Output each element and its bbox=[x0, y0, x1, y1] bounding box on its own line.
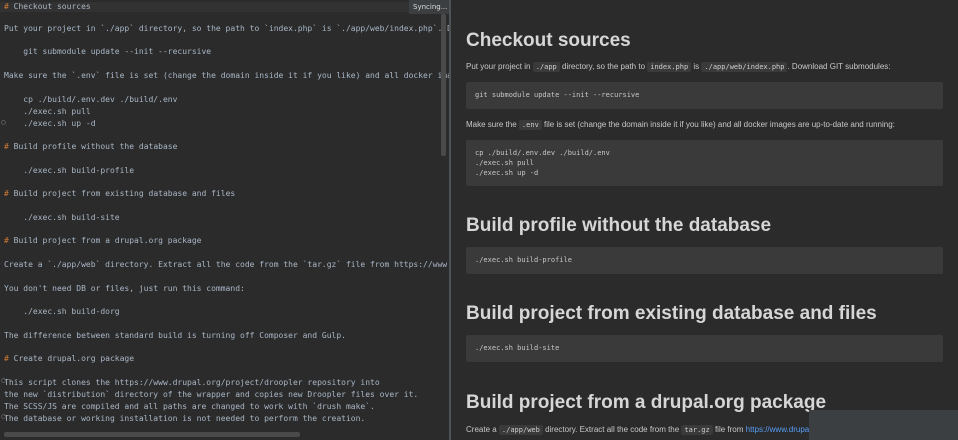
editor-line-15[interactable]: ./exec.sh build-dorg bbox=[4, 307, 119, 317]
code-block-docker: cp ./build/.env.dev ./build/.env ./exec.… bbox=[466, 140, 943, 186]
editor-line-8[interactable]: # Build profile without the database bbox=[4, 142, 177, 152]
fold-marker-icon[interactable] bbox=[1, 378, 6, 383]
heading-build-existing: Build project from existing database and… bbox=[466, 303, 877, 324]
editor-line-21[interactable]: The database or working installation is … bbox=[4, 414, 365, 424]
fold-marker-icon[interactable] bbox=[1, 120, 6, 125]
editor-line-6[interactable]: ./exec.sh pull bbox=[4, 107, 90, 117]
fold-marker-icon[interactable] bbox=[1, 414, 6, 419]
editor-line-19[interactable]: the new `distribution` directory of the … bbox=[4, 390, 418, 400]
inline-code: index.php bbox=[647, 62, 692, 72]
editor-line-5[interactable]: cp ./build/.env.dev ./build/.env bbox=[4, 95, 177, 105]
editor-line-7[interactable]: ./exec.sh up -d bbox=[4, 119, 95, 129]
editor-line-11[interactable]: ./exec.sh build-site bbox=[4, 213, 119, 223]
code-block-build-site: ./exec.sh build-site bbox=[466, 335, 943, 362]
vertical-scrollbar[interactable] bbox=[441, 14, 446, 156]
syncing-indicator: Syncing... bbox=[409, 0, 449, 14]
markdown-preview-pane: Checkout sources Put your project in ./a… bbox=[451, 0, 958, 440]
editor-line-16[interactable]: The difference between standard build is… bbox=[4, 331, 346, 341]
heading-build-profile: Build profile without the database bbox=[466, 215, 772, 236]
horizontal-scrollbar[interactable] bbox=[4, 432, 300, 437]
inline-code: ./app bbox=[532, 62, 560, 72]
code-block-submodule: git submodule update --init --recursive bbox=[466, 82, 943, 109]
paragraph-create-app-web: Create a ./app/web directory. Extract al… bbox=[466, 425, 825, 435]
paragraph-project-path: Put your project in ./app directory, so … bbox=[466, 62, 891, 72]
editor-line-3[interactable]: git submodule update --init --recursive bbox=[4, 47, 211, 57]
editor-line-18[interactable]: This script clones the https://www.drupa… bbox=[4, 378, 380, 388]
heading-checkout-sources: Checkout sources bbox=[466, 30, 631, 51]
inline-code: ./app/web bbox=[498, 425, 543, 435]
inline-code: ./app/web/index.php bbox=[701, 62, 788, 72]
inline-code: tar.gz bbox=[681, 425, 713, 435]
code-block-build-profile: ./exec.sh build-profile bbox=[466, 247, 943, 274]
editor-line-1[interactable]: # Checkout sources bbox=[0, 2, 444, 12]
heading-build-dorg: Build project from a drupal.org package bbox=[466, 392, 827, 413]
notification-overlay bbox=[809, 410, 958, 440]
editor-line-20[interactable]: The SCSS/JS are compiled and all paths a… bbox=[4, 402, 375, 412]
editor-line-10[interactable]: # Build project from existing database a… bbox=[4, 189, 235, 199]
editor-line-4[interactable]: Make sure the `.env` file is set (change… bbox=[4, 71, 449, 81]
editor-line-13[interactable]: Create a `./app/web` directory. Extract … bbox=[4, 260, 449, 270]
markdown-editor-window: # Checkout sources Put your project in `… bbox=[0, 0, 958, 440]
paragraph-env-file: Make sure the .env file is set (change t… bbox=[466, 120, 895, 130]
inline-code: .env bbox=[518, 120, 542, 130]
markdown-source-editor[interactable]: # Checkout sources Put your project in `… bbox=[0, 0, 449, 440]
editor-line-14[interactable]: You don't need DB or files, just run thi… bbox=[4, 284, 245, 294]
editor-line-17[interactable]: # Create drupal.org package bbox=[4, 354, 134, 364]
editor-line-9[interactable]: ./exec.sh build-profile bbox=[4, 166, 134, 176]
editor-line-2[interactable]: Put your project in `./app` directory, s… bbox=[4, 24, 449, 34]
editor-line-12[interactable]: # Build project from a drupal.org packag… bbox=[4, 236, 201, 246]
